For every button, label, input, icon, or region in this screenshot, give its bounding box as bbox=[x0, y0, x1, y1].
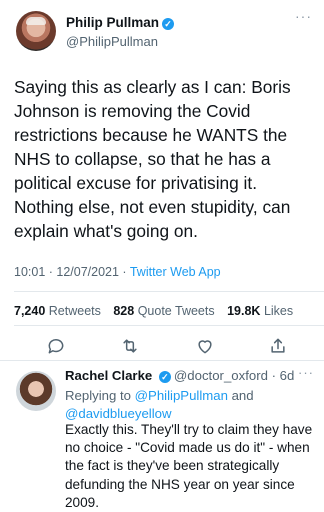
author-name-text[interactable]: Philip Pullman bbox=[66, 15, 159, 30]
reply-text: Exactly this. They'll try to claim they … bbox=[65, 422, 313, 510]
avatar[interactable] bbox=[16, 11, 56, 51]
divider bbox=[14, 291, 324, 292]
quotes-count: 828 bbox=[113, 304, 135, 318]
retweets-stat[interactable]: 7,240 Retweets bbox=[14, 304, 101, 318]
avatar[interactable] bbox=[16, 371, 56, 411]
replying-to: Replying to @PhilipPullman and @davidblu… bbox=[65, 387, 315, 423]
author-handle[interactable]: @PhilipPullman bbox=[66, 34, 158, 49]
verified-badge-icon: ✓ bbox=[158, 371, 171, 383]
retweets-label: Retweets bbox=[48, 304, 101, 318]
likes-count: 19.8K bbox=[227, 304, 261, 318]
reply-author-name[interactable]: Rachel Clarke bbox=[65, 368, 152, 383]
mention-link[interactable]: @PhilipPullman bbox=[135, 388, 228, 403]
meta-separator: · bbox=[118, 265, 130, 279]
more-options-icon[interactable]: ··· bbox=[295, 8, 312, 24]
reply-author-handle[interactable]: @doctor_oxford bbox=[174, 368, 268, 383]
tweet-actions bbox=[0, 332, 324, 358]
tweet-stats: 7,240 Retweets 828 Quote Tweets 19.8K Li… bbox=[14, 304, 293, 318]
reply-age-separator: · bbox=[267, 368, 280, 383]
replying-and: and bbox=[227, 388, 254, 403]
likes-stat[interactable]: 19.8K Likes bbox=[227, 304, 293, 318]
tweet-meta: 10:01 · 12/07/2021 · Twitter Web App bbox=[14, 265, 221, 279]
verified-badge-icon: ✓ bbox=[162, 18, 175, 30]
tweet-source-app[interactable]: Twitter Web App bbox=[130, 265, 221, 279]
reply-age[interactable]: 6d bbox=[280, 368, 295, 383]
retweets-count: 7,240 bbox=[14, 304, 46, 318]
reply-icon[interactable] bbox=[46, 336, 66, 356]
likes-label: Likes bbox=[263, 304, 294, 318]
like-icon[interactable] bbox=[195, 336, 215, 356]
share-icon[interactable] bbox=[268, 336, 288, 356]
retweet-icon[interactable] bbox=[120, 336, 140, 356]
meta-separator: · bbox=[45, 265, 57, 279]
tweet-date[interactable]: 12/07/2021 bbox=[56, 265, 119, 279]
mention-link[interactable]: @davidblueyellow bbox=[65, 406, 172, 421]
tweet-text: Saying this as clearly as I can: Boris J… bbox=[14, 77, 291, 241]
divider bbox=[14, 325, 324, 326]
divider bbox=[0, 360, 324, 361]
replying-prefix: Replying to bbox=[65, 388, 135, 403]
quotes-label: Quote Tweets bbox=[137, 304, 215, 318]
author-name[interactable]: Philip Pullman ✓ bbox=[66, 15, 175, 30]
quotes-stat[interactable]: 828 Quote Tweets bbox=[113, 304, 214, 318]
reply-header: Rachel Clarke ✓ @doctor_oxford · 6d bbox=[65, 368, 294, 383]
more-options-icon[interactable]: ··· bbox=[298, 365, 314, 380]
tweet-time[interactable]: 10:01 bbox=[14, 265, 45, 279]
